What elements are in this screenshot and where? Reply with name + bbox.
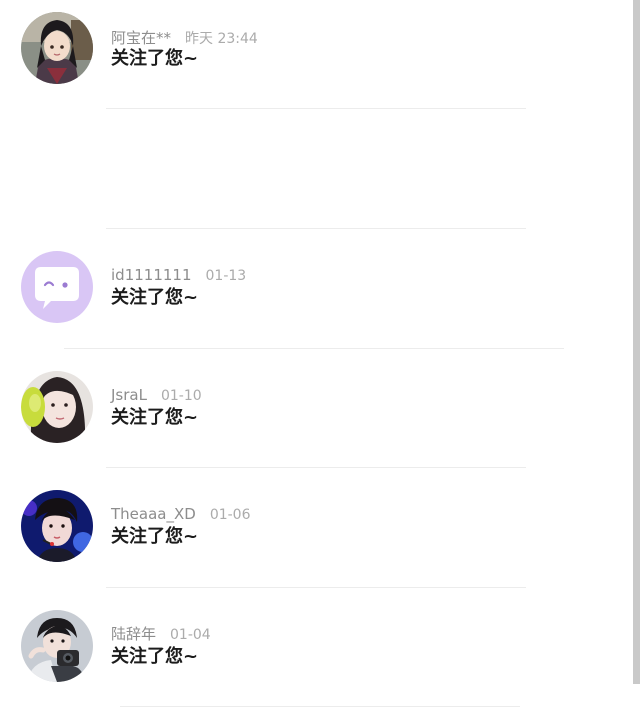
default-chat-bubble-avatar[interactable] — [21, 251, 93, 323]
notification-page: 阿宝在** 昨天 23:44 关注了您~ id1111111 01-13 关注了您~ — [0, 0, 640, 713]
empty-space — [0, 118, 632, 222]
stage-performer-avatar[interactable] — [21, 490, 93, 562]
username[interactable]: JsraL — [111, 386, 147, 404]
timestamp: 01-13 — [205, 268, 247, 284]
timestamp: 01-04 — [170, 627, 211, 643]
anime-character-avatar[interactable] — [21, 12, 93, 84]
message-text: 关注了您~ — [111, 48, 199, 69]
divider — [64, 348, 564, 349]
divider — [106, 587, 526, 588]
timestamp: 01-10 — [160, 388, 202, 404]
message-text: 关注了您~ — [111, 287, 199, 308]
scrollbar[interactable] — [633, 0, 640, 684]
notification-item[interactable]: JsraL 01-10 关注了您~ — [0, 371, 632, 471]
timestamp: 昨天 23:44 — [185, 31, 258, 47]
divider — [106, 228, 526, 229]
timestamp: 01-06 — [209, 507, 251, 523]
divider — [106, 108, 526, 109]
username[interactable]: 阿宝在** — [111, 29, 171, 47]
message-text: 关注了您~ — [111, 526, 199, 547]
notification-item[interactable]: 陆辞年 01-04 关注了您~ — [0, 610, 632, 710]
divider — [120, 706, 520, 707]
girl-photo-avatar[interactable] — [21, 371, 93, 443]
notification-item[interactable]: Theaaa_XD 01-06 关注了您~ — [0, 490, 632, 590]
boy-with-camera-avatar[interactable] — [21, 610, 93, 682]
message-text: 关注了您~ — [111, 407, 199, 428]
message-text: 关注了您~ — [111, 646, 199, 667]
username[interactable]: 陆辞年 — [111, 625, 156, 643]
notification-item[interactable]: 阿宝在** 昨天 23:44 关注了您~ — [0, 12, 632, 112]
username[interactable]: id1111111 — [111, 266, 192, 284]
username[interactable]: Theaaa_XD — [111, 505, 196, 523]
divider — [106, 467, 526, 468]
notification-item[interactable]: id1111111 01-13 关注了您~ — [0, 251, 632, 351]
